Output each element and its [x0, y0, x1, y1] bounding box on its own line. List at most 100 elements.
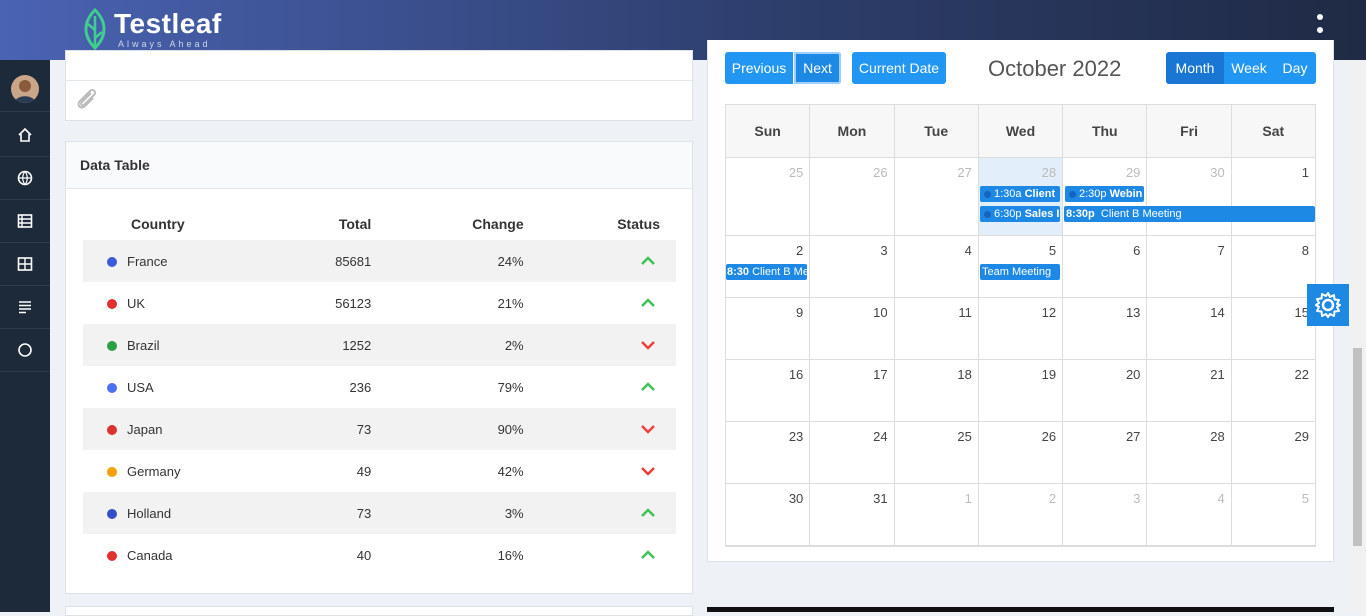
calendar-day-cell[interactable]: 1 [1231, 158, 1315, 236]
column-header-status[interactable]: Status [524, 208, 676, 240]
day-number[interactable]: 4 [965, 243, 972, 258]
day-number[interactable]: 12 [1042, 305, 1056, 320]
sidebar-item-circle[interactable] [0, 329, 50, 372]
calendar-day-cell[interactable]: 6 [1063, 236, 1148, 298]
day-number[interactable]: 8 [1302, 243, 1309, 258]
day-number[interactable]: 31 [873, 491, 887, 506]
calendar-event[interactable]: 8:30p Client B Meeting [1064, 206, 1315, 222]
calendar-day-cell[interactable]: 1 [894, 484, 979, 546]
sidebar-item-text[interactable] [0, 286, 50, 329]
previous-button[interactable]: Previous [725, 52, 793, 84]
day-number[interactable]: 26 [1042, 429, 1056, 444]
day-number[interactable]: 23 [789, 429, 803, 444]
calendar-day-cell[interactable]: 13 [1063, 298, 1148, 360]
calendar-day-cell[interactable]: 27 [1063, 422, 1148, 484]
calendar-day-cell[interactable]: 14 [1147, 298, 1232, 360]
sidebar-avatar[interactable] [0, 66, 50, 112]
day-number[interactable]: 21 [1210, 367, 1224, 382]
day-number[interactable]: 3 [1133, 491, 1140, 506]
day-number[interactable]: 18 [957, 367, 971, 382]
paperclip-icon[interactable] [74, 85, 100, 111]
calendar-day-cell[interactable]: 7 [1147, 236, 1232, 298]
day-number[interactable]: 28 [1210, 429, 1224, 444]
calendar-day-cell[interactable]: 22 [1231, 360, 1315, 422]
calendar-day-cell[interactable]: 26 [810, 158, 895, 236]
day-number[interactable]: 25 [957, 429, 971, 444]
calendar-day-cell[interactable]: 4 [894, 236, 979, 298]
week-view-button[interactable]: Week [1224, 52, 1274, 84]
page-scrollbar[interactable] [1349, 60, 1366, 612]
sidebar-item-globe[interactable] [0, 157, 50, 200]
sidebar-item-home[interactable] [0, 114, 50, 157]
day-number[interactable]: 5 [1302, 491, 1309, 506]
calendar-day-cell[interactable]: 3 [810, 236, 895, 298]
day-number[interactable]: 29 [1126, 165, 1140, 180]
day-number[interactable]: 11 [958, 305, 972, 320]
calendar-event[interactable]: 1:30a Client [980, 186, 1060, 202]
day-number[interactable]: 7 [1217, 243, 1224, 258]
calendar-day-cell[interactable]: 18 [894, 360, 979, 422]
calendar-day-cell[interactable]: 11 [894, 298, 979, 360]
day-number[interactable]: 16 [789, 367, 803, 382]
day-number[interactable]: 25 [789, 165, 803, 180]
day-number[interactable]: 2 [1049, 491, 1056, 506]
calendar-event[interactable]: Team Meeting [980, 264, 1060, 280]
scrollbar-thumb[interactable] [1353, 348, 1362, 546]
day-number[interactable]: 5 [1049, 243, 1056, 258]
month-view-button[interactable]: Month [1166, 52, 1224, 84]
calendar-event[interactable]: 6:30p Sales I [980, 206, 1060, 222]
day-number[interactable]: 24 [873, 429, 887, 444]
day-number[interactable]: 27 [957, 165, 971, 180]
calendar-day-cell[interactable]: 25 [894, 422, 979, 484]
next-button[interactable]: Next [794, 52, 841, 84]
day-number[interactable]: 30 [789, 491, 803, 506]
calendar-day-cell[interactable]: 29 [1231, 422, 1315, 484]
calendar-day-cell[interactable]: 16 [726, 360, 811, 422]
day-number[interactable]: 27 [1126, 429, 1140, 444]
calendar-day-cell[interactable]: 4 [1147, 484, 1232, 546]
current-date-button[interactable]: Current Date [852, 52, 946, 84]
calendar-day-cell[interactable]: 24 [810, 422, 895, 484]
day-number[interactable]: 10 [873, 305, 887, 320]
day-number[interactable]: 29 [1295, 429, 1309, 444]
calendar-day-cell[interactable]: 31 [810, 484, 895, 546]
day-number[interactable]: 14 [1210, 305, 1224, 320]
day-number[interactable]: 3 [880, 243, 887, 258]
calendar-day-cell[interactable]: 28 [1147, 422, 1232, 484]
calendar-day-cell[interactable]: 10 [810, 298, 895, 360]
calendar-event[interactable]: 8:30 Client B Me [726, 264, 807, 280]
calendar-day-cell[interactable]: 20 [1063, 360, 1148, 422]
calendar-day-cell[interactable]: 5 [1231, 484, 1315, 546]
calendar-day-cell[interactable]: 17 [810, 360, 895, 422]
calendar-day-cell[interactable]: 27 [894, 158, 979, 236]
day-number[interactable]: 28 [1042, 165, 1056, 180]
day-number[interactable]: 19 [1042, 367, 1056, 382]
day-number[interactable]: 2 [796, 243, 803, 258]
calendar-day-cell[interactable]: 9 [726, 298, 811, 360]
calendar-day-cell[interactable]: 2 [978, 484, 1064, 546]
settings-button[interactable] [1307, 284, 1349, 326]
day-number[interactable]: 17 [873, 367, 887, 382]
day-number[interactable]: 26 [873, 165, 887, 180]
column-header-country[interactable]: Country [83, 208, 263, 240]
day-number[interactable]: 6 [1133, 243, 1140, 258]
calendar-day-cell[interactable]: 25 [726, 158, 811, 236]
sidebar-item-grid[interactable] [0, 243, 50, 286]
day-number[interactable]: 13 [1126, 305, 1140, 320]
calendar-day-cell[interactable]: 3 [1063, 484, 1148, 546]
day-number[interactable]: 1 [1302, 165, 1309, 180]
day-number[interactable]: 4 [1217, 491, 1224, 506]
column-header-change[interactable]: Change [371, 208, 523, 240]
calendar-day-cell[interactable]: 19 [978, 360, 1064, 422]
day-number[interactable]: 9 [796, 305, 803, 320]
calendar-day-cell[interactable]: 8 [1231, 236, 1315, 298]
calendar-day-cell[interactable]: 21 [1147, 360, 1232, 422]
calendar-day-cell[interactable]: 30 [1147, 158, 1232, 236]
column-header-total[interactable]: Total [263, 208, 371, 240]
sidebar-item-table[interactable] [0, 200, 50, 243]
calendar-event[interactable]: 2:30p Webin [1065, 186, 1144, 202]
calendar-day-cell[interactable]: 23 [726, 422, 811, 484]
calendar-day-cell[interactable]: 30 [726, 484, 811, 546]
logo[interactable]: Testleaf Always Ahead [80, 8, 222, 50]
calendar-day-cell[interactable]: 12 [978, 298, 1064, 360]
